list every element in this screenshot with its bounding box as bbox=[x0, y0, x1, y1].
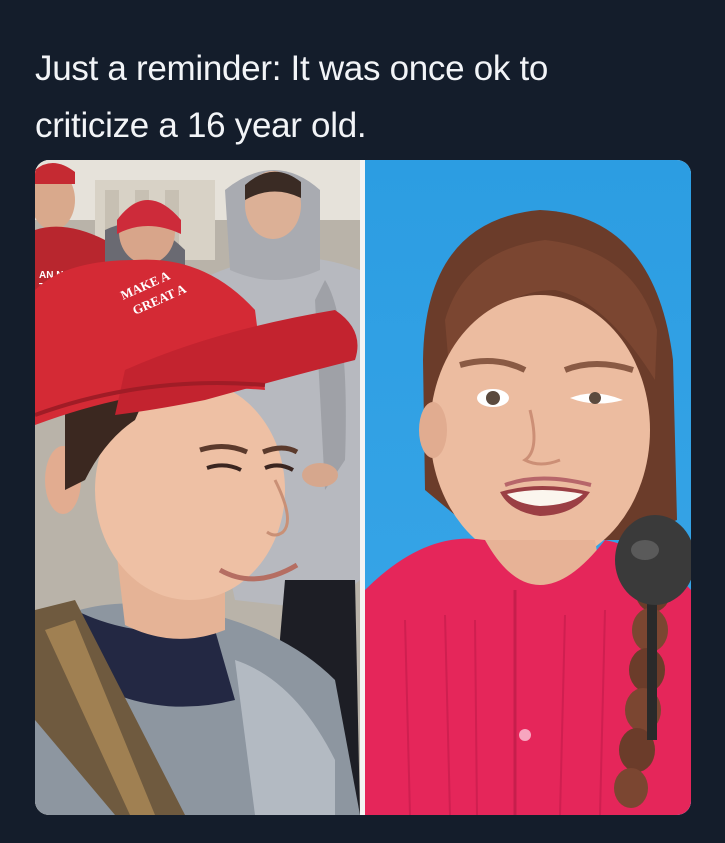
right-photo bbox=[365, 160, 691, 815]
right-photo-illustration bbox=[365, 160, 691, 815]
left-photo-illustration: AN NO TA bbox=[35, 160, 360, 815]
left-photo: AN NO TA bbox=[35, 160, 360, 815]
caption-line-2: criticize a 16 year old. bbox=[35, 106, 367, 145]
meme-caption: Just a reminder: It was once ok to criti… bbox=[35, 40, 695, 154]
photo-collage: AN NO TA bbox=[35, 160, 691, 815]
caption-line-1: Just a reminder: It was once ok to bbox=[35, 49, 549, 88]
